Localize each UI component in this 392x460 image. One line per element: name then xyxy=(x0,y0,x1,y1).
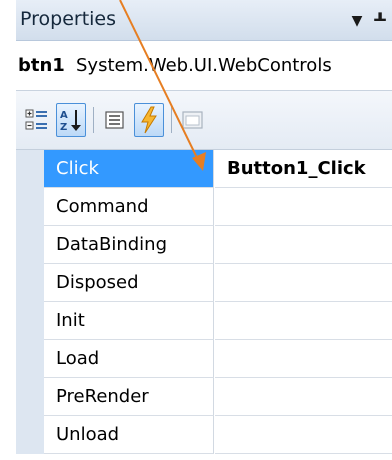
alphabetical-button[interactable]: A Z xyxy=(56,103,86,137)
property-pages-button[interactable] xyxy=(178,103,208,137)
alphabetical-sort-icon: A Z xyxy=(60,110,81,133)
event-row-command[interactable]: Command xyxy=(16,188,392,226)
row-gutter xyxy=(16,340,44,378)
row-gutter xyxy=(16,226,44,264)
event-handler-value[interactable] xyxy=(215,188,392,226)
event-name[interactable]: Click xyxy=(44,150,214,188)
object-type: System.Web.UI.WebControls xyxy=(76,55,332,76)
event-name[interactable]: DataBinding xyxy=(44,226,214,264)
event-name[interactable]: PreRender xyxy=(44,378,214,416)
event-row-load[interactable]: Load xyxy=(16,340,392,378)
dropdown-arrow-icon[interactable]: ▼ xyxy=(347,10,367,32)
object-selector[interactable]: btn1 System.Web.UI.WebControls xyxy=(16,41,392,91)
toolbar-separator xyxy=(93,107,94,133)
event-row-prerender[interactable]: PreRender xyxy=(16,378,392,416)
event-row-init[interactable]: Init xyxy=(16,302,392,340)
event-handler-value[interactable]: Button1_Click xyxy=(215,150,392,188)
pin-icon[interactable]: ᚆ xyxy=(370,8,390,32)
property-pages-icon xyxy=(182,111,203,129)
row-gutter xyxy=(16,416,44,454)
row-gutter xyxy=(16,378,44,416)
panel-title: Properties xyxy=(20,8,117,30)
event-handler-value[interactable] xyxy=(215,416,392,454)
event-name[interactable]: Unload xyxy=(44,416,214,454)
event-row-unload[interactable]: Unload xyxy=(16,416,392,454)
event-name[interactable]: Command xyxy=(44,188,214,226)
event-name[interactable]: Init xyxy=(44,302,214,340)
event-row-disposed[interactable]: Disposed xyxy=(16,264,392,302)
event-handler-value[interactable] xyxy=(215,340,392,378)
events-lightning-icon xyxy=(141,106,157,134)
properties-panel: Properties ▼ ᚆ btn1 System.Web.UI.WebCon… xyxy=(16,0,392,460)
event-handler-value[interactable] xyxy=(215,264,392,302)
properties-button[interactable] xyxy=(100,103,130,137)
svg-text:Z: Z xyxy=(60,122,67,133)
event-name[interactable]: Load xyxy=(44,340,214,378)
svg-text:A: A xyxy=(60,110,68,121)
categorized-button[interactable] xyxy=(22,103,52,137)
event-handler-value[interactable] xyxy=(215,226,392,264)
event-name[interactable]: Disposed xyxy=(44,264,214,302)
properties-icon xyxy=(105,111,124,129)
event-row-databinding[interactable]: DataBinding xyxy=(16,226,392,264)
object-name: btn1 xyxy=(18,55,65,76)
row-gutter xyxy=(16,302,44,340)
row-gutter xyxy=(16,264,44,302)
events-grid: Click Button1_Click Command DataBinding … xyxy=(16,150,392,460)
properties-toolbar: A Z xyxy=(16,91,392,150)
event-row-click[interactable]: Click Button1_Click xyxy=(16,150,392,188)
event-handler-value[interactable] xyxy=(215,302,392,340)
events-button[interactable] xyxy=(134,103,164,137)
row-gutter xyxy=(16,150,44,188)
row-gutter xyxy=(16,188,44,226)
title-bar: Properties ▼ ᚆ xyxy=(16,0,392,41)
categorized-icon xyxy=(25,109,47,130)
event-handler-value[interactable] xyxy=(215,378,392,416)
toolbar-separator xyxy=(171,107,172,133)
